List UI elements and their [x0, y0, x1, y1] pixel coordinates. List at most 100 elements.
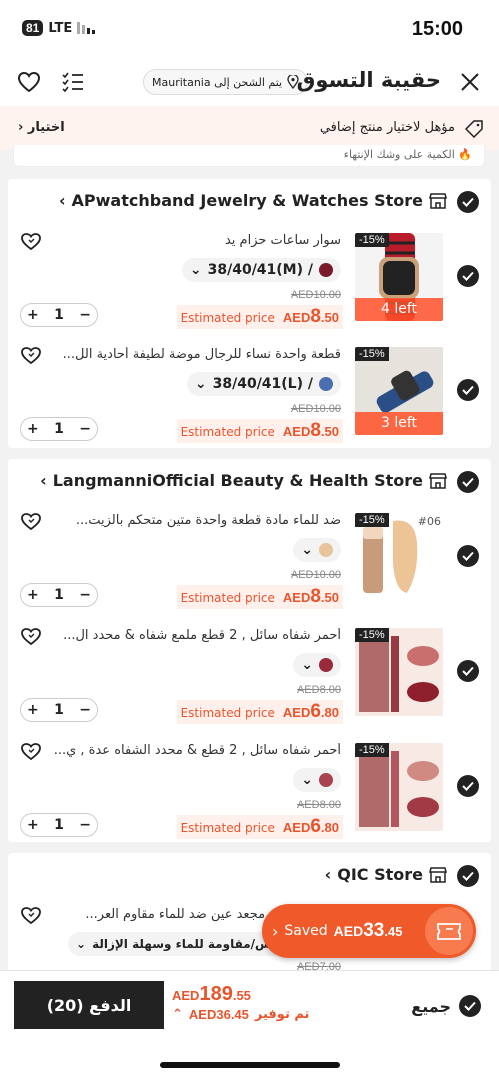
- chevron-down-icon: ⌄: [194, 376, 207, 392]
- cart-item: -15% أحمر شفاه سائل , 2 قطع ملمع شفاه & …: [8, 620, 491, 724]
- quantity-stepper[interactable]: + 1 −: [20, 417, 98, 441]
- saved-amount-int: 33: [363, 920, 385, 941]
- variant-selector[interactable]: ⌄: [293, 768, 341, 792]
- variant-label: يس/مقاومة للماء وسهلة الإزالة: [92, 937, 277, 951]
- price-currency: AED: [282, 705, 311, 720]
- close-icon[interactable]: [459, 71, 481, 93]
- estimated-label: Estimated price: [180, 821, 275, 835]
- promo-bar: اختيار ‹ مؤهل لاختيار منتج إضافي: [0, 106, 499, 150]
- minus-button[interactable]: −: [79, 587, 91, 603]
- plus-button[interactable]: +: [27, 817, 39, 833]
- plus-button[interactable]: +: [27, 702, 39, 718]
- ship-to-selector[interactable]: يتم الشحن إلى Mauritania: [143, 69, 309, 95]
- price-int: 8: [310, 306, 321, 327]
- product-title[interactable]: قطعة واحدة نساء للرجال موضة لطيفة أحادية…: [51, 347, 341, 362]
- minus-button[interactable]: −: [79, 817, 91, 833]
- store-header[interactable]: ‹ QIC Store: [325, 865, 447, 884]
- minus-button[interactable]: −: [79, 421, 91, 437]
- original-price: AED10.00: [290, 289, 341, 301]
- save-wishlist-icon[interactable]: [20, 511, 42, 531]
- cart-item: -15% أحمر شفاه سائل , 2 قطع & محدد الشفا…: [8, 735, 491, 839]
- status-bar: 81 LTE 15:00: [0, 0, 499, 58]
- plus-button[interactable]: +: [27, 307, 39, 323]
- variant-swatch: [319, 263, 333, 277]
- variant-selector[interactable]: ⌄ يس/مقاومة للماء وسهلة الإزالة: [68, 932, 285, 956]
- quantity-stepper[interactable]: + 1 −: [20, 813, 98, 837]
- minus-button[interactable]: −: [79, 702, 91, 718]
- product-image[interactable]: -15%: [355, 743, 443, 831]
- select-link[interactable]: اختيار ‹: [18, 120, 65, 135]
- plus-button[interactable]: +: [27, 421, 39, 437]
- price-dec: .50: [320, 424, 339, 439]
- saved-currency: AED: [333, 923, 364, 939]
- store-header[interactable]: ‹ LangmanniOfficial Beauty & Health Stor…: [40, 471, 447, 490]
- variant-swatch: [319, 773, 333, 787]
- store-select-checkbox[interactable]: [457, 191, 479, 213]
- store-name: APwatchband Jewelry & Watches Store: [71, 191, 423, 210]
- saved-amount-button[interactable]: › Saved AED33.45: [262, 904, 476, 958]
- cart-item: -15% 4 left سوار ساعات حزام يد ⌄ 38/40/4…: [8, 225, 491, 329]
- item-select-checkbox[interactable]: [457, 660, 479, 682]
- cart-item: -15% #06 ضد للماء مادة قطعة واحدة متين م…: [8, 505, 491, 609]
- shade-tag: #06: [417, 515, 441, 528]
- original-price: AED8.00: [296, 684, 341, 696]
- quantity-stepper[interactable]: + 1 −: [20, 303, 98, 327]
- variant-selector[interactable]: ⌄: [293, 538, 341, 562]
- discount-badge: -15%: [355, 347, 389, 361]
- store-select-checkbox[interactable]: [457, 471, 479, 493]
- estimated-label: Estimated price: [180, 311, 275, 325]
- cart-item: -15% 3 left قطعة واحدة نساء للرجال موضة …: [8, 339, 491, 443]
- estimated-label: Estimated price: [180, 425, 275, 439]
- quantity-value: 1: [54, 702, 64, 718]
- price-dec: .50: [320, 310, 339, 325]
- product-title[interactable]: أحمر شفاه سائل , 2 قطع & محدد الشفاه عدة…: [51, 743, 341, 758]
- total-price: AED189.55: [172, 983, 251, 1006]
- item-select-checkbox[interactable]: [457, 265, 479, 287]
- savings-summary[interactable]: ⌃ AED36.45 تم توفير: [172, 1007, 309, 1022]
- chevron-down-icon: ⌄: [301, 657, 313, 673]
- discount-badge: -15%: [355, 743, 389, 757]
- chevron-left-icon: ‹: [18, 120, 24, 135]
- store-header[interactable]: ‹ APwatchband Jewelry & Watches Store: [59, 191, 447, 210]
- quantity-stepper[interactable]: + 1 −: [20, 698, 98, 722]
- price-dec: .80: [320, 705, 339, 720]
- variant-selector[interactable]: ⌄: [293, 653, 341, 677]
- checklist-icon[interactable]: [60, 70, 86, 94]
- select-label: اختيار: [27, 120, 65, 135]
- store-icon: [429, 866, 447, 883]
- stock-left: 4 left: [355, 298, 443, 321]
- chevron-left-icon: ‹: [324, 865, 332, 884]
- quantity-value: 1: [54, 817, 64, 833]
- save-wishlist-icon[interactable]: [20, 231, 42, 251]
- item-select-checkbox[interactable]: [457, 379, 479, 401]
- product-title[interactable]: أحمر شفاه سائل , 2 قطع ملمع شفاه & محدد …: [51, 628, 341, 643]
- checkout-button[interactable]: الدفع (20): [14, 981, 164, 1029]
- product-image[interactable]: -15%: [355, 628, 443, 716]
- product-title[interactable]: سوار ساعات حزام يد: [101, 233, 341, 248]
- estimated-price: Estimated price AED8.50: [176, 305, 343, 329]
- save-wishlist-icon[interactable]: [20, 905, 42, 925]
- product-image[interactable]: -15% 3 left: [355, 347, 443, 435]
- product-image[interactable]: -15% 4 left: [355, 233, 443, 321]
- discount-badge: -15%: [355, 233, 389, 247]
- save-wishlist-icon[interactable]: [20, 345, 42, 365]
- wishlist-heart-icon[interactable]: [16, 70, 42, 94]
- store-select-checkbox[interactable]: [457, 865, 479, 887]
- variant-selector[interactable]: ⌄ 38/40/41(M) /: [181, 258, 341, 282]
- minus-button[interactable]: −: [79, 307, 91, 323]
- product-title[interactable]: ... و مجعد عين ضد للماء مقاوم العر...: [62, 907, 292, 922]
- select-all[interactable]: جميع: [411, 995, 481, 1017]
- save-wishlist-icon[interactable]: [20, 626, 42, 646]
- product-image[interactable]: -15% #06: [355, 513, 443, 601]
- select-all-checkbox[interactable]: [459, 995, 481, 1017]
- chevron-left-icon: ‹: [40, 471, 47, 490]
- chevron-down-icon: ⌄: [301, 542, 313, 558]
- quantity-stepper[interactable]: + 1 −: [20, 583, 98, 607]
- estimated-price: Estimated price AED6.80: [176, 815, 343, 839]
- item-select-checkbox[interactable]: [457, 545, 479, 567]
- save-wishlist-icon[interactable]: [20, 741, 42, 761]
- item-select-checkbox[interactable]: [457, 775, 479, 797]
- product-title[interactable]: ضد للماء مادة قطعة واحدة متين متحكم بالز…: [51, 513, 341, 528]
- plus-button[interactable]: +: [27, 587, 39, 603]
- variant-selector[interactable]: ⌄ 38/40/41(L) /: [186, 372, 341, 396]
